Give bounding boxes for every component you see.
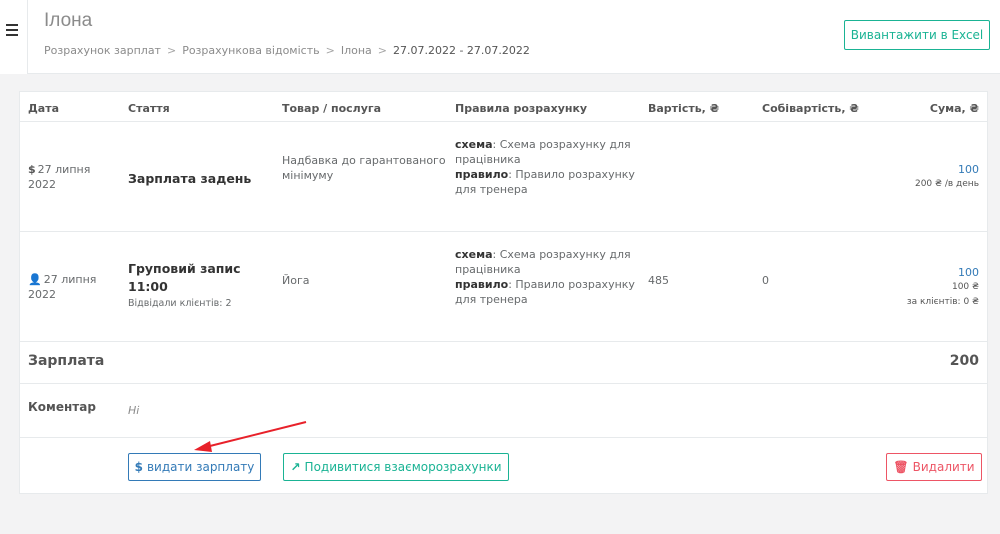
date-text: 27 липня: [43, 273, 97, 286]
scheme-text: працівника: [455, 153, 521, 166]
table-row: 👤 27 липня 2022 Груповий запис 11:00 Відв…: [20, 232, 987, 342]
dollar-icon: $: [28, 163, 36, 176]
date-year: 2022: [28, 178, 56, 191]
rule-text: для тренера: [455, 293, 528, 306]
article-attendance: Відвідали клієнтів: 2: [128, 298, 232, 309]
product-text: Йога: [282, 274, 310, 287]
rule-text: : Правило розрахунку: [508, 168, 635, 181]
date-cell: $27 липня 2022: [28, 162, 118, 192]
left-rail: [0, 0, 28, 74]
pay-salary-button[interactable]: $ видати зарплату: [128, 453, 261, 481]
sum-value: 100: [958, 266, 979, 279]
view-settlements-button[interactable]: ↗ Подивитися взаєморозрахунки: [283, 453, 509, 481]
sum-value: 100: [958, 163, 979, 176]
scheme-text: : Схема розрахунку для: [492, 138, 631, 151]
rule-label: правило: [455, 168, 509, 181]
date-text: 27 липня: [37, 163, 91, 176]
breadcrumb-separator: >: [325, 44, 335, 57]
date-cell: 👤 27 липня 2022: [28, 272, 118, 302]
rule-label: правило: [455, 278, 509, 291]
comment-label: Коментар: [28, 400, 96, 414]
rules-cell: схема: Схема розрахунку для працівника п…: [455, 247, 645, 307]
payroll-statement-panel: Дата Стаття Товар / послуга Правила розр…: [19, 91, 988, 494]
breadcrumb-separator: >: [377, 44, 387, 57]
total-value: 200: [949, 353, 979, 369]
article-time: 11:00: [128, 279, 168, 294]
scheme-text: працівника: [455, 263, 521, 276]
prime-cost-cell: 0: [762, 274, 769, 287]
table-row: $27 липня 2022 Зарплата задень Надбавка …: [20, 122, 987, 232]
dollar-icon: $: [134, 460, 143, 474]
total-row: Зарплата 200: [20, 342, 987, 384]
page-header: Ілона Розрахунок зарплат > Розрахункова ві…: [28, 0, 1000, 74]
delete-button[interactable]: 🗑 Видалити: [886, 453, 982, 481]
column-header-product: Товар / послуга: [282, 102, 382, 115]
article-title: Груповий запис: [128, 261, 241, 276]
page-title: Ілона: [44, 10, 93, 31]
scheme-text: : Схема розрахунку для: [492, 248, 631, 261]
breadcrumb-item-period: 27.07.2022 - 27.07.2022: [392, 44, 530, 57]
total-label: Зарплата: [28, 353, 105, 369]
export-excel-button[interactable]: Вивантажити в Excel: [844, 20, 990, 50]
column-header-date: Дата: [28, 102, 60, 115]
scheme-label: схема: [455, 248, 493, 261]
cost-cell: 485: [648, 274, 669, 287]
column-header-cost: Вартість, ₴: [648, 102, 720, 115]
comment-row: Коментар Ні: [20, 384, 987, 438]
rules-cell: схема: Схема розрахунку для працівника п…: [455, 137, 645, 197]
breadcrumb-item-statement[interactable]: Розрахункова відомість: [182, 44, 319, 57]
breadcrumb-item-payroll[interactable]: Розрахунок зарплат: [44, 44, 161, 57]
table-header: Дата Стаття Товар / послуга Правила розр…: [20, 92, 987, 122]
column-header-rules: Правила розрахунку: [455, 102, 588, 115]
pay-salary-label: видати зарплату: [146, 460, 255, 474]
hamburger-menu-icon[interactable]: [6, 24, 18, 36]
product-cell: Йога: [282, 273, 452, 288]
column-header-prime-cost: Собівартість, ₴: [762, 102, 859, 115]
scheme-label: схема: [455, 138, 493, 151]
sum-detail: 100 ₴: [951, 282, 979, 292]
column-header-sum: Сума, ₴: [929, 102, 979, 115]
date-year: 2022: [28, 288, 56, 301]
column-header-article: Стаття: [128, 102, 170, 115]
sum-detail: 200 ₴ /в день: [914, 179, 979, 189]
article-cell: Груповий запис 11:00 Відвідали клієнтів:…: [128, 260, 268, 311]
breadcrumb-separator: >: [166, 44, 177, 57]
delete-label: Видалити: [912, 460, 975, 474]
article-cell: Зарплата задень: [128, 171, 252, 186]
rule-text: : Правило розрахунку: [508, 278, 635, 291]
trash-icon: 🗑: [893, 460, 909, 474]
user-icon: 👤: [28, 273, 42, 286]
sum-cell: 100 200 ₴ /в день: [859, 162, 979, 192]
comment-value: Ні: [128, 404, 140, 417]
product-cell: Надбавка до гарантованого мінімуму: [282, 153, 452, 183]
breadcrumb-item-employee[interactable]: Ілона: [341, 44, 372, 57]
rule-text: для тренера: [455, 183, 528, 196]
product-text: Надбавка до гарантованого: [282, 154, 446, 167]
view-settlements-label: Подивитися взаєморозрахунки: [304, 460, 502, 474]
sum-detail-clients: за клієнтів: 0 ₴: [906, 297, 979, 307]
external-link-icon: ↗: [290, 460, 301, 474]
sum-cell: 100 100 ₴ за клієнтів: 0 ₴: [839, 265, 979, 310]
product-text: мінімуму: [282, 169, 334, 182]
breadcrumb: Розрахунок зарплат > Розрахункова відоміст…: [44, 44, 530, 57]
